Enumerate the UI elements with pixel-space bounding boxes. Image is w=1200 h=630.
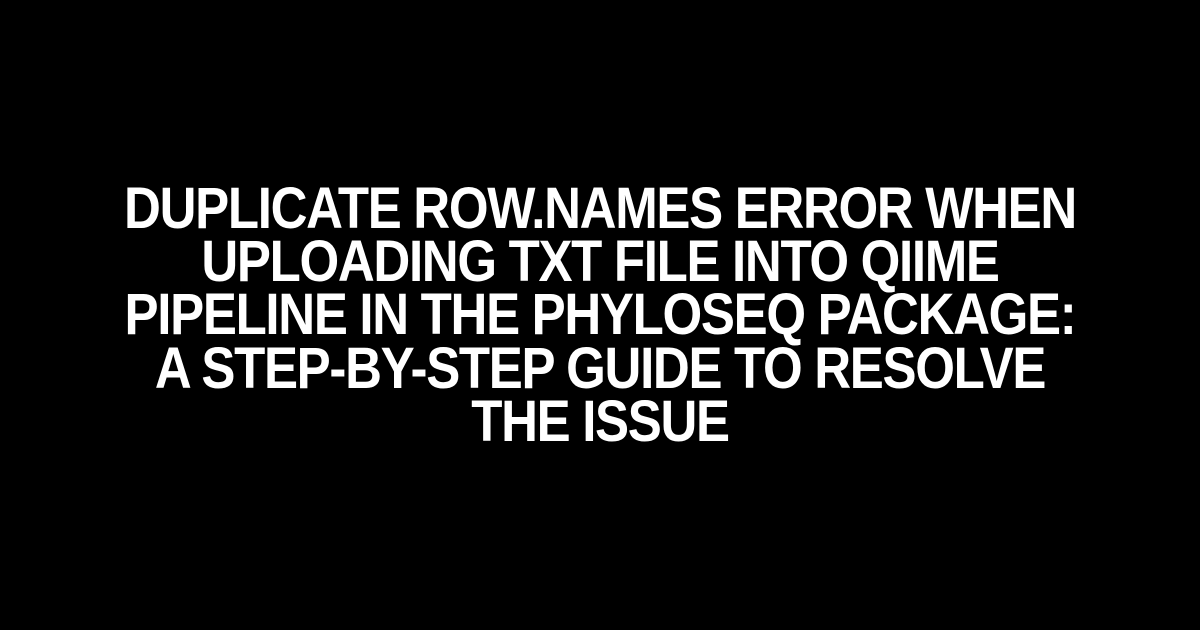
title-container: DUPLICATE ROW.NAMES ERROR WHEN UPLOADING… <box>0 182 1200 449</box>
page-title: DUPLICATE ROW.NAMES ERROR WHEN UPLOADING… <box>116 182 1084 449</box>
